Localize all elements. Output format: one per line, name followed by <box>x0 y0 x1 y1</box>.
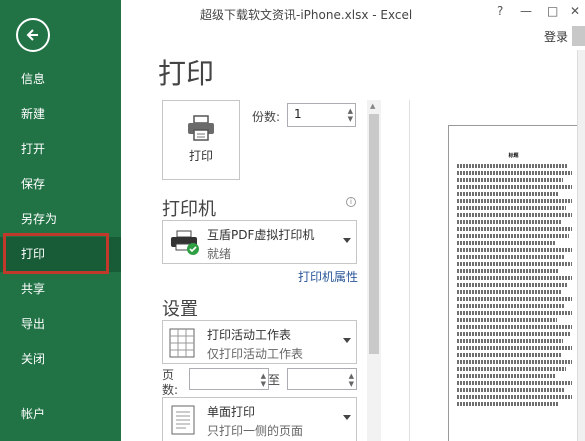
page-to-input[interactable]: ▲ ▼ <box>287 368 357 390</box>
preview-line <box>457 402 560 406</box>
printer-ready-icon <box>171 230 199 255</box>
preview-line <box>457 206 567 210</box>
nav-open[interactable]: 打开 <box>0 132 121 167</box>
worksheet-grid-icon <box>169 328 195 358</box>
page-from-input[interactable]: ▲ ▼ <box>189 368 269 390</box>
help-button[interactable]: ? <box>497 4 503 18</box>
printer-select[interactable]: 互盾PDF虚拟打印机 就绪 <box>162 220 357 264</box>
close-button[interactable]: ✕ <box>570 4 580 18</box>
chevron-down-icon <box>343 338 351 343</box>
preview-line <box>457 255 564 259</box>
nav-close[interactable]: 关闭 <box>0 342 121 377</box>
preview-line <box>457 276 572 280</box>
preview-line <box>457 199 572 203</box>
login-link[interactable]: 登录 <box>544 28 568 45</box>
avatar[interactable] <box>572 26 585 46</box>
preview-line <box>457 346 572 350</box>
preview-line <box>457 227 572 231</box>
print-scope-select[interactable]: 打印活动工作表 仅打印活动工作表 <box>162 320 357 364</box>
preview-line <box>457 220 561 224</box>
print-button-label: 打印 <box>188 149 213 163</box>
printer-status: 就绪 <box>207 247 232 261</box>
pages-label-2: 数: <box>162 383 179 397</box>
printer-properties-link[interactable]: 打印机属性 <box>298 268 358 285</box>
preview-line <box>457 304 566 308</box>
preview-line <box>457 360 572 364</box>
print-button[interactable]: 打印 <box>162 100 240 180</box>
backstage-sidebar: 信息 新建 打开 保存 另存为 打印 共享 导出 关闭 帐户 <box>0 0 121 441</box>
page-to-stepper[interactable]: ▲ ▼ <box>349 372 354 388</box>
nav-info[interactable]: 信息 <box>0 62 121 97</box>
preview-scrollbar[interactable] <box>577 50 585 441</box>
maximize-button[interactable]: □ <box>547 4 558 18</box>
preview-line <box>457 283 568 287</box>
copies-value: 1 <box>294 107 302 121</box>
chevron-down-icon <box>343 415 351 420</box>
print-preview-page: 标题 <box>448 125 579 441</box>
preview-line <box>457 381 572 385</box>
nav-share[interactable]: 共享 <box>0 272 121 307</box>
preview-line <box>457 262 572 266</box>
preview-line <box>457 325 572 329</box>
print-scope-sub: 仅打印活动工作表 <box>207 347 304 361</box>
preview-line <box>457 332 570 336</box>
preview-line <box>457 290 562 294</box>
minimize-button[interactable]: — <box>520 4 532 18</box>
preview-line <box>457 178 563 182</box>
preview-line <box>457 185 572 189</box>
page-to-label: 至 <box>268 373 281 387</box>
preview-line <box>457 374 555 378</box>
window-title: 超级下载软文资讯-iPhone.xlsx - Excel <box>200 8 413 22</box>
preview-line <box>457 213 572 217</box>
nav-new[interactable]: 新建 <box>0 97 121 132</box>
preview-line <box>457 311 572 315</box>
print-sides-select[interactable]: 单面打印 只打印一侧的页面 <box>162 397 357 441</box>
preview-text-lines <box>457 164 572 409</box>
copies-stepper[interactable]: ▲ ▼ <box>348 107 353 123</box>
nav-save[interactable]: 保存 <box>0 167 121 202</box>
print-sides-main: 单面打印 <box>207 405 256 419</box>
print-sides-sub: 只打印一侧的页面 <box>207 424 304 438</box>
page-title: 打印 <box>158 57 215 90</box>
copies-label: 份数: <box>252 110 281 124</box>
printer-icon <box>188 115 214 141</box>
preview-line <box>457 395 572 399</box>
preview-line <box>457 164 568 168</box>
preview-line <box>457 171 572 175</box>
preview-line <box>457 318 558 322</box>
settings-heading: 设置 <box>162 299 198 320</box>
page-from-stepper[interactable]: ▲ ▼ <box>261 372 266 388</box>
scroll-thumb[interactable] <box>369 114 379 354</box>
nav-save-as[interactable]: 另存为 <box>0 202 121 237</box>
back-button[interactable] <box>16 18 50 52</box>
preview-line <box>457 248 572 252</box>
nav-export[interactable]: 导出 <box>0 307 121 342</box>
settings-scrollbar[interactable]: ▲ <box>367 100 381 441</box>
printer-name: 互盾PDF虚拟打印机 <box>207 228 315 242</box>
printer-heading: 打印机 <box>162 199 216 220</box>
preview-line <box>457 353 561 357</box>
preview-line <box>457 367 567 371</box>
chevron-down-icon <box>343 238 351 243</box>
preview-line <box>457 297 572 301</box>
active-item-highlight <box>3 233 109 274</box>
pane-divider <box>409 100 410 441</box>
scroll-up-icon[interactable]: ▲ <box>370 102 375 110</box>
copies-input[interactable]: 1 ▲ ▼ <box>287 103 356 127</box>
preview-line <box>457 269 560 273</box>
preview-line <box>457 234 569 238</box>
preview-title: 标题 <box>508 153 519 159</box>
preview-line <box>457 241 556 245</box>
arrow-left-icon <box>26 29 38 41</box>
preview-line <box>457 388 564 392</box>
print-scope-main: 打印活动工作表 <box>207 328 292 342</box>
nav-account[interactable]: 帐户 <box>0 397 121 432</box>
single-page-icon <box>171 405 195 435</box>
preview-line <box>457 339 563 343</box>
info-icon[interactable]: i <box>346 197 356 207</box>
preview-line <box>457 192 559 196</box>
